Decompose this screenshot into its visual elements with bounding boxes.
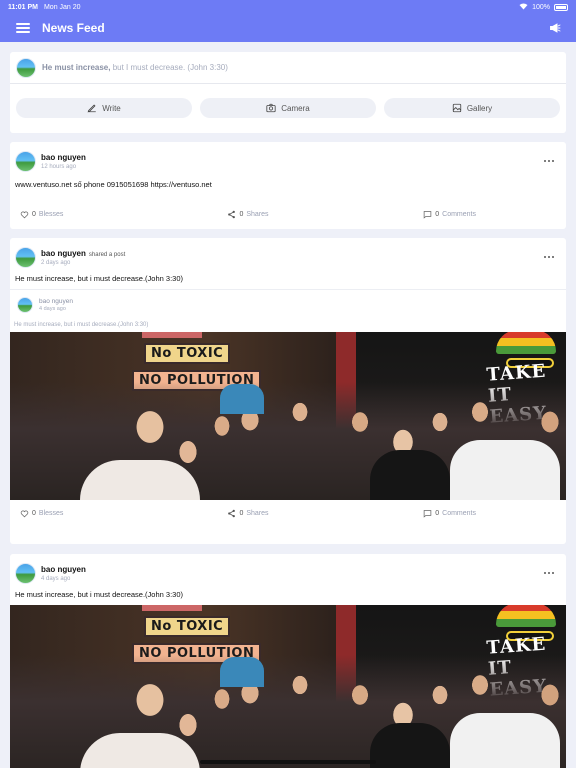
bless-button[interactable]: 0 Blesses (20, 210, 172, 219)
heart-icon (20, 211, 29, 218)
post-header: bao nguyen shared a post 2 days ago (10, 238, 566, 268)
comment-button[interactable]: 0 Comments (324, 210, 556, 219)
post-author[interactable]: bao nguyen (41, 249, 86, 258)
share-button[interactable]: 0 Shares (172, 509, 324, 518)
comment-label: Comments (442, 509, 476, 517)
gallery-button[interactable]: Gallery (384, 98, 560, 118)
comment-count: 0 (435, 210, 440, 218)
status-bar: 11:01 PM Mon Jan 20 100% (0, 0, 576, 14)
shared-time: 4 days ago (39, 306, 66, 312)
composer-card: He must increase, but I must decrease. (… (10, 52, 566, 133)
pencil-icon (87, 104, 96, 113)
megaphone-icon[interactable] (548, 21, 562, 35)
battery-percent: 100% (532, 3, 550, 11)
more-icon[interactable] (541, 157, 557, 165)
avatar[interactable] (15, 246, 36, 268)
post-header: bao nguyen 12 hours ago (10, 142, 566, 172)
post-header: bao nguyen 4 days ago (10, 554, 566, 584)
post-photo[interactable]: No TOXIC NO POLLUTION TAKE IT EASY (10, 332, 566, 500)
post-stats: 0 Blesses 0 Shares 0 Comments (10, 207, 566, 221)
camera-label: Camera (281, 103, 310, 113)
post-text: www.ventuso.net số phone 0915051698 http… (15, 180, 212, 189)
share-count: 0 (239, 509, 244, 517)
heart-icon (20, 510, 29, 517)
comment-icon (424, 210, 432, 219)
bless-count: 0 (32, 509, 36, 517)
bless-count: 0 (32, 210, 36, 218)
photo-sign-no-toxic: No TOXIC (144, 343, 231, 364)
menu-icon[interactable] (16, 23, 30, 33)
post-card: bao nguyen shared a post 2 days ago He mu… (10, 238, 566, 544)
post-text: He must increase, but i must decrease.(J… (15, 274, 183, 283)
post-meta: bao nguyen 12 hours ago (41, 153, 86, 170)
shared-post-header: bao nguyen 4 days ago (10, 290, 566, 313)
status-right: 100% (519, 3, 568, 12)
share-icon (228, 509, 236, 517)
composer-prompt-rest: but I must decrease. (John 3:30) (110, 63, 228, 72)
post-author[interactable]: bao nguyen (41, 565, 86, 574)
post-meta: bao nguyen 4 days ago (41, 565, 86, 582)
composer-prompt-bold: He must increase, (42, 63, 111, 72)
post-card: bao nguyen 4 days ago He must increase, … (10, 554, 566, 768)
post-card: bao nguyen 12 hours ago www.ventuso.net … (10, 142, 566, 229)
comment-icon (424, 509, 432, 518)
bless-label: Blesses (38, 509, 64, 517)
shared-author: bao nguyen (39, 298, 73, 305)
more-icon[interactable] (541, 253, 557, 261)
composer-prompt[interactable]: He must increase, but I must decrease. (… (42, 63, 228, 72)
composer-actions: Write Camera Gallery (10, 84, 566, 118)
comment-count: 0 (435, 509, 440, 517)
post-stats: 0 Blesses 0 Shares 0 Comments (10, 506, 566, 520)
avatar (17, 297, 33, 313)
camera-button[interactable]: Camera (200, 98, 376, 118)
status-time: 11:01 PM (8, 3, 38, 11)
comment-button[interactable]: 0 Comments (324, 509, 556, 518)
avatar (16, 57, 36, 78)
shared-text: He must increase, but i must decrease.(J… (14, 322, 149, 328)
bless-label: Blesses (38, 210, 64, 218)
shared-meta: bao nguyen 4 days ago (33, 298, 73, 312)
share-label: Shares (246, 509, 269, 517)
gallery-label: Gallery (466, 103, 493, 113)
battery-icon (554, 3, 568, 11)
share-count: 0 (239, 210, 244, 218)
post-meta: bao nguyen shared a post 2 days ago (41, 249, 125, 266)
post-photo[interactable]: No TOXIC NO POLLUTION TAKE IT EASY (10, 605, 566, 768)
post-author-line: bao nguyen shared a post (41, 249, 125, 258)
app-bar: News Feed (0, 14, 576, 42)
write-button[interactable]: Write (16, 98, 192, 118)
post-time: 12 hours ago (41, 163, 77, 170)
composer-prompt-row[interactable]: He must increase, but I must decrease. (… (10, 52, 566, 84)
page-title: News Feed (42, 21, 105, 35)
avatar[interactable] (15, 150, 36, 172)
post-action: shared a post (88, 251, 126, 258)
post-time: 4 days ago (41, 575, 71, 582)
status-date: Mon Jan 20 (43, 3, 81, 11)
share-button[interactable]: 0 Shares (172, 210, 324, 219)
photo-sign-no-toxic: No TOXIC (144, 616, 231, 637)
bless-button[interactable]: 0 Blesses (20, 509, 172, 518)
camera-icon (266, 103, 276, 113)
write-label: Write (102, 103, 121, 113)
image-icon (452, 103, 461, 113)
post-text: He must increase, but i must decrease.(J… (15, 590, 183, 599)
home-indicator[interactable] (200, 760, 376, 764)
more-icon[interactable] (541, 569, 557, 577)
shared-post[interactable]: bao nguyen 4 days ago He must increase, … (10, 289, 566, 328)
share-label: Shares (246, 210, 269, 218)
share-icon (228, 210, 236, 218)
avatar[interactable] (15, 562, 36, 584)
wifi-icon (519, 3, 528, 12)
post-time: 2 days ago (41, 259, 71, 266)
comment-label: Comments (442, 210, 476, 218)
post-author[interactable]: bao nguyen (41, 153, 86, 162)
